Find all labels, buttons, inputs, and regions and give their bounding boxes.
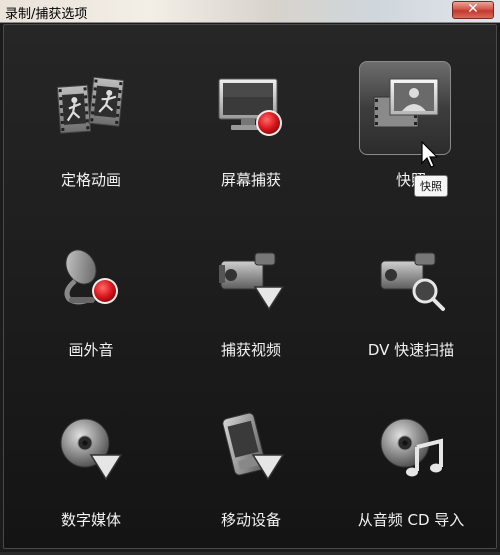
- capture-video-label: 捕获视频: [220, 341, 281, 359]
- snapshot-option[interactable]: 快照 快照: [336, 61, 486, 215]
- mobile-device-icon: [211, 409, 291, 489]
- close-button[interactable]: ✕: [452, 1, 494, 19]
- snapshot-label: 快照: [395, 171, 426, 189]
- digital-media-disc-icon: [51, 409, 131, 489]
- stop-motion-label: 定格动画: [60, 171, 121, 189]
- close-icon: ✕: [467, 1, 479, 17]
- import-audio-cd-label: 从音频 CD 导入: [357, 511, 465, 529]
- screen-capture-icon: [211, 69, 291, 149]
- voiceover-microphone-icon: [51, 239, 131, 319]
- import-audio-cd-option[interactable]: 从音频 CD 导入: [336, 405, 486, 555]
- window-title: 录制/捕获选项: [5, 7, 88, 22]
- stop-motion-icon: [51, 69, 131, 149]
- capture-options-window: 录制/捕获选项 ✕ 定格动画 屏幕捕获 快照 快照 画外音 捕获视频 DV 快速…: [0, 0, 500, 552]
- dv-quick-scan-icon: [371, 239, 451, 319]
- options-panel: 定格动画 屏幕捕获 快照 快照 画外音 捕获视频 DV 快速扫描 数字媒体 移动…: [3, 24, 497, 549]
- title-bar: 录制/捕获选项 ✕: [0, 0, 500, 23]
- digital-media-label: 数字媒体: [60, 511, 121, 529]
- voiceover-option[interactable]: 画外音: [16, 235, 166, 385]
- screen-capture-label: 屏幕捕获: [220, 171, 281, 189]
- stop-motion-option[interactable]: 定格动画: [16, 65, 166, 215]
- voiceover-label: 画外音: [68, 341, 114, 359]
- capture-video-option[interactable]: 捕获视频: [176, 235, 326, 385]
- mouse-cursor-icon: [421, 141, 439, 168]
- import-audio-cd-icon: [371, 409, 451, 489]
- capture-video-camera-icon: [211, 239, 291, 319]
- snapshot-icon: [366, 69, 446, 149]
- mobile-device-option[interactable]: 移动设备: [176, 405, 326, 555]
- snapshot-tooltip: 快照: [414, 175, 448, 197]
- dv-quick-scan-label: DV 快速扫描: [367, 341, 455, 359]
- mobile-device-label: 移动设备: [220, 511, 281, 529]
- dv-quick-scan-option[interactable]: DV 快速扫描: [336, 235, 486, 385]
- screen-capture-option[interactable]: 屏幕捕获: [176, 65, 326, 215]
- digital-media-option[interactable]: 数字媒体: [16, 405, 166, 555]
